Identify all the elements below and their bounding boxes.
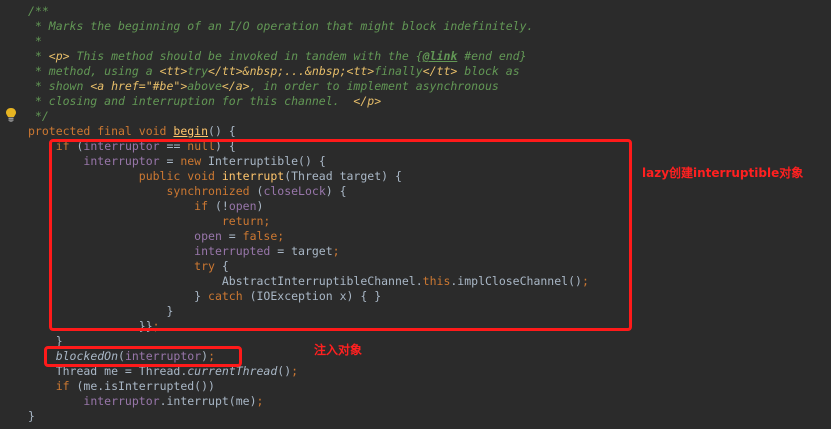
code-token: * method, using a	[28, 64, 160, 78]
annotation-lazy-create: lazy创建interruptible对象	[642, 166, 804, 180]
highlight-box-lazy-create	[49, 139, 632, 331]
code-token: if	[55, 379, 77, 393]
code-token: *	[28, 49, 49, 63]
code-line[interactable]: */	[28, 109, 831, 124]
code-line[interactable]: * closing and interruption for this chan…	[28, 94, 831, 109]
code-token: (me.isInterrupted())	[76, 379, 215, 393]
code-token: </a>	[221, 79, 250, 93]
code-token: *	[28, 34, 42, 48]
code-line[interactable]: *	[28, 34, 831, 49]
code-token: protected final void	[28, 124, 174, 138]
code-token: try	[187, 64, 209, 78]
code-line[interactable]: * shown <a href="#be">above</a>, in orde…	[28, 79, 831, 94]
code-token: begin	[173, 124, 209, 138]
code-token: () {	[208, 124, 236, 138]
code-line[interactable]: * method, using a <tt>try</tt>&nbsp;...&…	[28, 64, 831, 79]
code-token: block as	[457, 64, 520, 78]
annotation-inject: 注入对象	[314, 343, 363, 357]
code-token: * shown	[28, 79, 91, 93]
code-token: ;	[256, 394, 264, 408]
code-token: @link	[422, 49, 458, 63]
code-token: <a href="#be">	[90, 79, 188, 93]
highlight-box-inject	[44, 346, 242, 367]
code-token: </tt>	[422, 64, 458, 78]
code-editor[interactable]: /** * Marks the beginning of an I/O oper…	[0, 0, 831, 429]
code-line[interactable]: interruptor.interrupt(me);	[28, 394, 831, 409]
code-token: ()	[277, 364, 292, 378]
code-line[interactable]: }	[28, 409, 831, 424]
code-token: */	[28, 109, 49, 123]
editor-gutter	[0, 0, 22, 429]
code-token: /**	[28, 4, 49, 18]
code-line[interactable]: /**	[28, 4, 831, 19]
code-token: , in order to implement asynchronous	[249, 79, 499, 93]
code-token: }	[28, 409, 35, 423]
code-token: This method should be invoked in tandem …	[69, 49, 423, 63]
code-line[interactable]: * <p> This method should be invoked in t…	[28, 49, 831, 64]
code-token: </p>	[353, 94, 382, 108]
code-token: above	[187, 79, 222, 93]
code-line[interactable]: if (me.isInterrupted())	[28, 379, 831, 394]
code-line[interactable]: * Marks the beginning of an I/O operatio…	[28, 19, 831, 34]
code-token: * closing and interruption for this chan…	[28, 94, 354, 108]
code-token: finally	[374, 64, 423, 78]
code-token: #end end}	[457, 49, 527, 63]
code-token: </tt>&nbsp;...&nbsp;<tt>	[208, 64, 375, 78]
code-token: <p>	[48, 49, 70, 63]
code-token: ;	[291, 364, 299, 378]
lightbulb-icon[interactable]	[6, 108, 16, 122]
code-token: <tt>	[159, 64, 188, 78]
code-token: * Marks the beginning of an I/O operatio…	[28, 19, 534, 33]
code-line[interactable]: protected final void begin() {	[28, 124, 831, 139]
code-token: .interrupt(me)	[159, 394, 257, 408]
code-token: interruptor	[83, 394, 160, 408]
